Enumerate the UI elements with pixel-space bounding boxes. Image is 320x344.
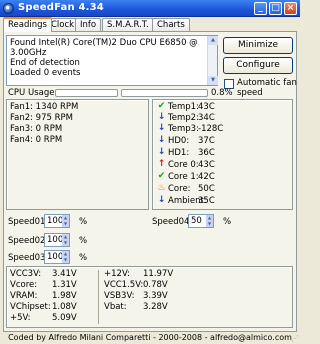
temp-name: Core 1: xyxy=(168,172,199,182)
speed04-label: Speed04: xyxy=(152,217,193,227)
speed01-input[interactable]: 100 ▲ ▼ xyxy=(44,214,70,228)
cpu-usage-label: CPU Usage xyxy=(8,88,55,98)
speed04-input[interactable]: 50 ▲ ▼ xyxy=(188,214,214,228)
speed02-unit: % xyxy=(79,236,88,246)
voltage-value: 11.97V xyxy=(143,269,174,279)
voltage-name: +5V: xyxy=(10,313,31,323)
voltage-value: 1.08V xyxy=(52,302,77,312)
title-bar[interactable]: SpeedFan 4.34 _ □ × xyxy=(0,0,300,17)
up-arrow-icon: ↑ xyxy=(157,159,166,169)
speed01-unit: % xyxy=(79,217,88,227)
speed01-label: Speed01: xyxy=(8,217,49,227)
log-line: End of detection xyxy=(10,58,80,68)
temp-name: HD1: xyxy=(168,148,190,158)
automatic-fan-label-2: speed xyxy=(237,88,263,98)
detection-log[interactable]: Found Intel(R) Core(TM)2 Duo CPU E6850 @… xyxy=(6,35,218,86)
voltage-value: 3.39V xyxy=(143,291,168,301)
voltage-value: 5.09V xyxy=(52,313,77,323)
minimize-window-button[interactable]: _ xyxy=(254,2,267,15)
minimize-button[interactable]: Minimize xyxy=(223,37,293,54)
voltage-value: 0.78V xyxy=(143,280,168,290)
scroll-down-icon[interactable]: ▼ xyxy=(208,76,218,85)
voltages-divider xyxy=(98,270,99,324)
temp-name: Temp2: xyxy=(168,113,199,123)
close-window-button[interactable]: × xyxy=(284,2,297,15)
log-line: Found Intel(R) Core(TM)2 Duo CPU E6850 @… xyxy=(10,38,198,58)
status-bar: Coded by Alfredo Milani Comparetti - 200… xyxy=(0,332,300,344)
temp-value: 43C xyxy=(198,102,215,112)
log-scrollbar[interactable]: ▲ ▼ xyxy=(207,36,218,85)
speed02-value: 100 xyxy=(47,235,64,245)
temp-name: Temp3: xyxy=(168,124,199,134)
temp-name: Core 0: xyxy=(168,160,199,170)
spin-down-icon[interactable]: ▼ xyxy=(62,221,69,227)
temp-value: 37C xyxy=(198,136,215,146)
temp-value: 50C xyxy=(198,184,215,194)
spin-down-icon[interactable]: ▼ xyxy=(206,221,213,227)
down-arrow-icon: ↓ xyxy=(157,135,166,145)
temp-name: HD0: xyxy=(168,136,190,146)
speed04-unit: % xyxy=(223,217,232,227)
speed03-value: 100 xyxy=(47,252,64,262)
scroll-up-icon[interactable]: ▲ xyxy=(208,36,218,45)
spin-down-icon[interactable]: ▼ xyxy=(62,240,69,246)
check-icon: ✔ xyxy=(157,171,166,181)
down-arrow-icon: ↓ xyxy=(157,123,166,133)
down-arrow-icon: ↓ xyxy=(157,147,166,157)
speedfan-app-icon[interactable] xyxy=(3,3,14,14)
tab-info[interactable]: Info xyxy=(75,18,102,31)
speed04-value: 50 xyxy=(191,216,202,226)
spin-down-icon[interactable]: ▼ xyxy=(62,257,69,263)
window-title: SpeedFan 4.34 xyxy=(18,2,104,13)
voltage-value: 3.28V xyxy=(143,302,168,312)
temp-value: 35C xyxy=(198,196,215,206)
temp-name: Core: xyxy=(168,184,191,194)
temp-value: 42C xyxy=(198,172,215,182)
voltage-name: VChipset: xyxy=(10,302,51,312)
cpu-usage-value: 0.8% xyxy=(211,88,233,98)
fan-reading: Fan1: 1340 RPM xyxy=(10,102,79,112)
voltage-name: +12V: xyxy=(104,269,130,279)
temp-name: Temp1: xyxy=(168,102,199,112)
speed03-label: Speed03: xyxy=(8,253,49,263)
speed02-input[interactable]: 100 ▲ ▼ xyxy=(44,233,70,247)
fan-reading: Fan2: 975 RPM xyxy=(10,113,73,123)
temp-value: 43C xyxy=(198,160,215,170)
voltage-name: Vbat: xyxy=(104,302,127,312)
cpu-usage-bar-1 xyxy=(55,89,118,97)
speed02-label: Speed02: xyxy=(8,236,49,246)
voltage-value: 1.31V xyxy=(52,280,77,290)
speed01-value: 100 xyxy=(47,216,64,226)
speed03-unit: % xyxy=(79,253,88,263)
speed03-input[interactable]: 100 ▲ ▼ xyxy=(44,250,70,264)
down-arrow-icon: ↓ xyxy=(157,112,166,122)
check-icon: ✔ xyxy=(157,101,166,111)
log-line: Loaded 0 events xyxy=(10,68,81,78)
fan-reading: Fan4: 0 RPM xyxy=(10,135,63,145)
voltage-value: 1.98V xyxy=(52,291,77,301)
maximize-window-button[interactable]: □ xyxy=(269,2,282,15)
voltage-name: VSB3V: xyxy=(104,291,135,301)
fan-reading: Fan3: 0 RPM xyxy=(10,124,63,134)
voltage-name: Vcore: xyxy=(10,280,38,290)
down-arrow-icon: ↓ xyxy=(157,195,166,205)
configure-button[interactable]: Configure xyxy=(223,57,293,74)
voltage-name: VCC1.5V: xyxy=(104,280,144,290)
tab-readings[interactable]: Readings xyxy=(3,17,52,32)
voltage-name: VRAM: xyxy=(10,291,38,301)
temp-value: 36C xyxy=(198,148,215,158)
tab-smart[interactable]: S.M.A.R.T. xyxy=(102,18,154,31)
temp-value: 34C xyxy=(198,113,215,123)
flame-icon: ♨ xyxy=(157,183,166,193)
cpu-usage-bar-2 xyxy=(121,89,208,97)
voltage-name: VCC3V: xyxy=(10,269,42,279)
temp-value: -128C xyxy=(198,124,224,134)
automatic-fan-label-1: Automatic fan xyxy=(237,78,297,88)
resize-grip-icon[interactable]: ⋰ xyxy=(291,335,299,343)
voltage-value: 3.41V xyxy=(52,269,77,279)
tab-charts[interactable]: Charts xyxy=(152,18,190,31)
